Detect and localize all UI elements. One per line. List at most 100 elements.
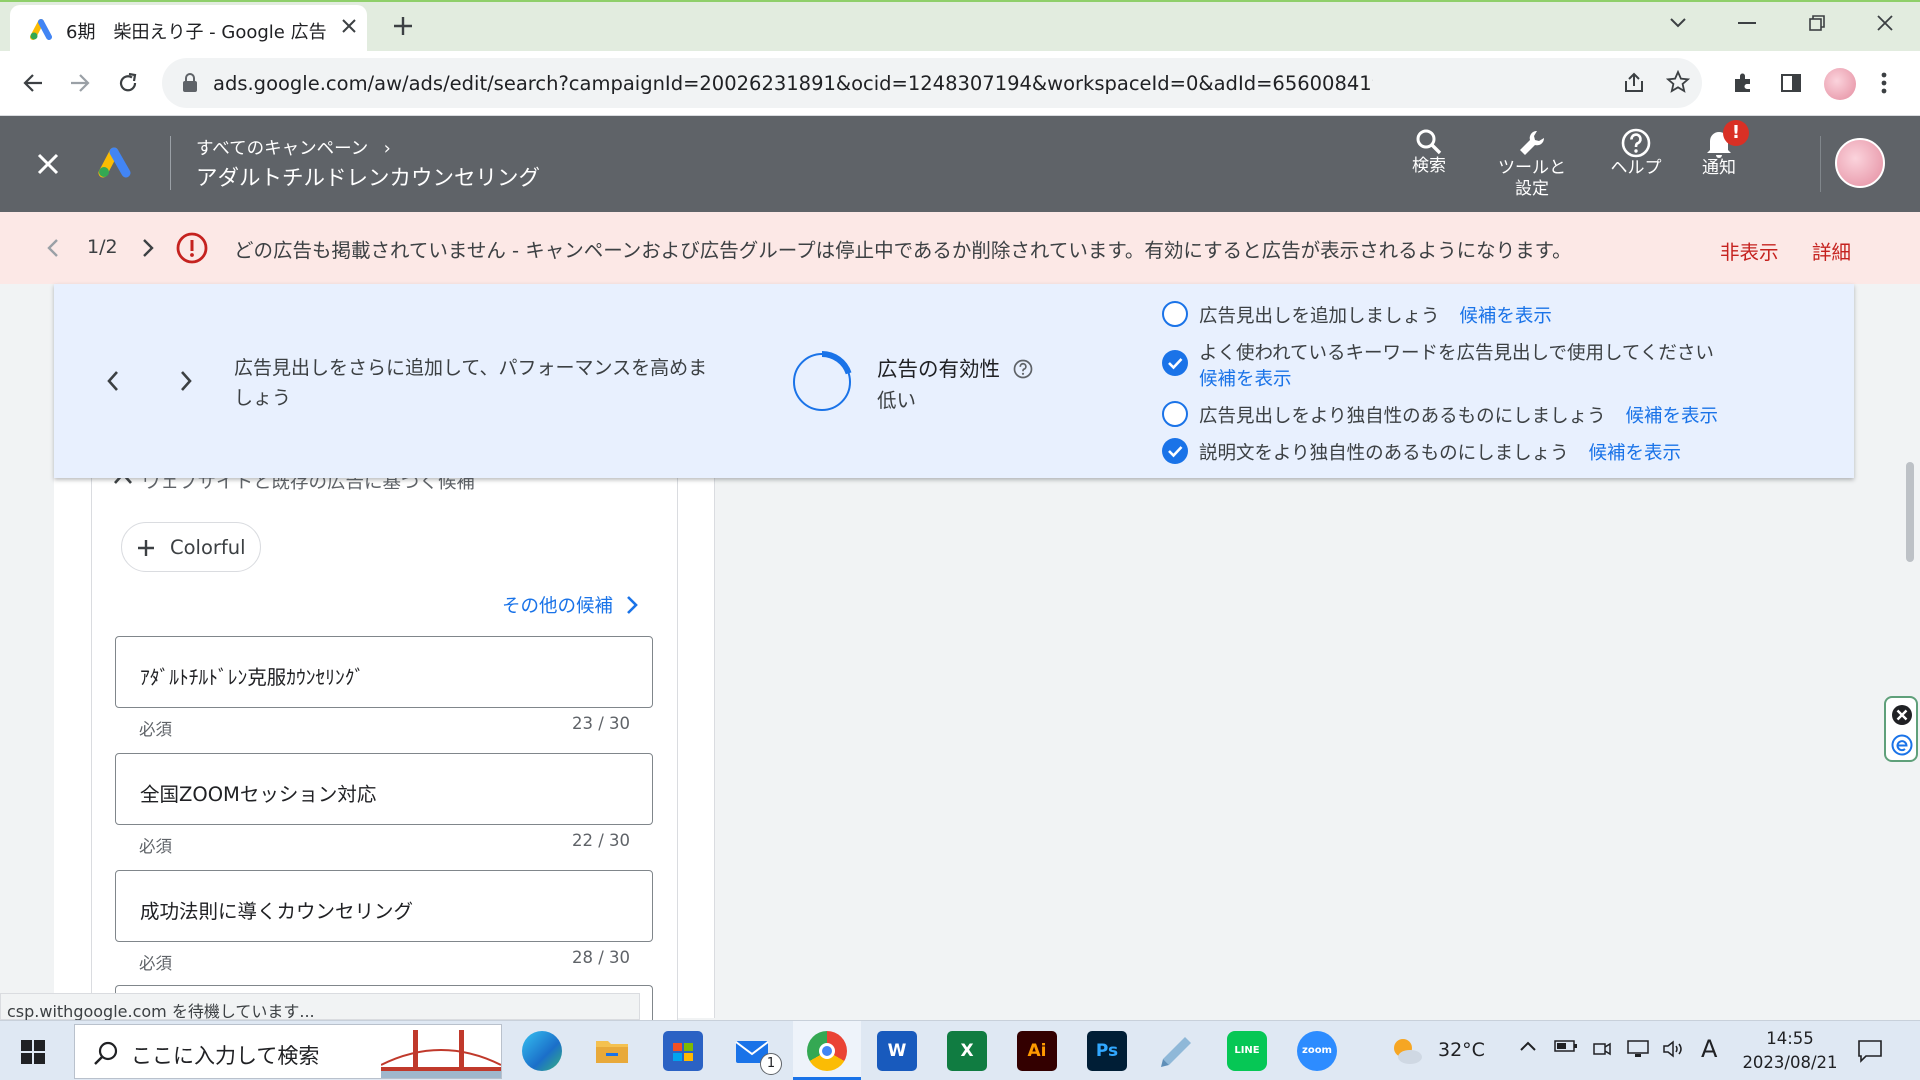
forward-icon[interactable] — [69, 72, 91, 94]
strength-prev-icon[interactable] — [105, 369, 121, 393]
zoom-app-icon[interactable]: zoom — [1297, 1031, 1337, 1071]
strength-next-icon[interactable] — [178, 369, 194, 393]
tab-title: 6期 柴田えり子 - Google 広告 — [66, 22, 327, 43]
suggestion-check-2 — [1162, 350, 1188, 376]
suggestion-link-2[interactable]: 候補を表示 — [1199, 365, 1292, 391]
help-icon — [1621, 128, 1651, 158]
floating-extension-widget[interactable] — [1884, 696, 1918, 762]
windows-taskbar: ここに入力して検索 1 W X Ai Ps LINE zoom 32°C A 1… — [0, 1020, 1920, 1080]
ad-preview-pane — [714, 476, 1854, 1018]
plus-icon — [138, 540, 154, 556]
headline-input-2[interactable]: 全国ZOOMセッション対応 — [115, 753, 653, 825]
tray-chevron-icon[interactable] — [1518, 1039, 1538, 1053]
word-icon[interactable]: W — [877, 1031, 917, 1071]
temperature-text[interactable]: 32°C — [1438, 1039, 1485, 1061]
search-label: 検索 — [1412, 156, 1446, 176]
edge-extension-icon[interactable] — [1891, 734, 1913, 756]
strength-label-text: 広告の有効性 — [877, 357, 1000, 381]
illustrator-icon[interactable]: Ai — [1017, 1031, 1057, 1071]
file-explorer-icon[interactable] — [592, 1031, 632, 1071]
alert-counter: 1/2 — [87, 236, 118, 258]
action-center-icon[interactable] — [1857, 1039, 1883, 1063]
suggestion-link-1[interactable]: 候補を表示 — [1459, 306, 1552, 327]
windows-start-icon[interactable] — [20, 1039, 46, 1065]
microsoft-store-icon[interactable] — [663, 1031, 703, 1071]
alert-hide-button[interactable]: 非表示 — [1720, 236, 1779, 265]
more-suggestions-label[interactable]: その他の候補 — [502, 596, 613, 617]
page-scrollbar-thumb[interactable] — [1906, 462, 1914, 562]
weather-icon[interactable] — [1390, 1035, 1424, 1067]
strength-label: 広告の有効性 — [877, 352, 1033, 382]
back-icon[interactable] — [22, 72, 44, 94]
lock-icon[interactable] — [182, 73, 198, 93]
meet-now-icon[interactable] — [1592, 1039, 1612, 1059]
help-button[interactable]: ヘルプ — [1604, 128, 1668, 179]
address-bar[interactable]: ads.google.com/aw/ads/edit/search?campai… — [162, 58, 1702, 108]
share-icon[interactable] — [1622, 71, 1646, 95]
tab-search-chevron-icon[interactable] — [1668, 16, 1688, 30]
headline-hint-2: 必須 — [139, 837, 172, 856]
more-suggestions-link[interactable]: その他の候補 — [502, 592, 639, 618]
excel-icon[interactable]: X — [947, 1031, 987, 1071]
chrome-icon[interactable] — [807, 1031, 847, 1071]
network-icon[interactable] — [1626, 1039, 1650, 1059]
battery-icon[interactable] — [1554, 1039, 1578, 1053]
breadcrumb-label[interactable]: すべてのキャンペーン — [196, 139, 368, 159]
url-text[interactable]: ads.google.com/aw/ads/edit/search?campai… — [213, 72, 1373, 95]
notepad-app-icon[interactable] — [1157, 1031, 1197, 1071]
suggestion-check-1 — [1162, 301, 1188, 327]
headline-value-3[interactable]: 成功法則に導くカウンセリング — [140, 895, 413, 924]
chevron-right-icon — [626, 596, 638, 614]
ads-header: すべてのキャンペーン › アダルトチルドレンカウンセリング 検索 ツールと 設定… — [0, 116, 1920, 212]
wrench-icon — [1520, 130, 1545, 155]
alert-details-button[interactable]: 詳細 — [1812, 236, 1851, 265]
window-close-icon[interactable] — [1875, 13, 1895, 33]
reload-icon[interactable] — [116, 71, 140, 95]
close-icon[interactable] — [1891, 704, 1913, 726]
close-icon[interactable] — [36, 152, 60, 176]
restore-icon[interactable] — [1808, 14, 1826, 32]
tools-button[interactable]: ツールと 設定 — [1488, 128, 1576, 200]
headline-input-3[interactable]: 成功法則に導くカウンセリング — [115, 870, 653, 942]
tools-label-line2: 設定 — [1515, 179, 1549, 199]
side-panel-icon[interactable] — [1780, 72, 1802, 94]
account-avatar[interactable] — [1835, 138, 1885, 188]
clock[interactable]: 14:55 2023/08/21 — [1740, 1027, 1840, 1075]
minimize-icon[interactable] — [1738, 22, 1756, 24]
headline-value-1[interactable]: ｱﾀﾞﾙﾄﾁﾙﾄﾞﾚﾝ克服ｶｳﾝｾﾘﾝｸﾞ — [140, 661, 364, 690]
suggestion-chip[interactable]: Colorful — [121, 522, 261, 572]
suggestion-text-4: 説明文をより独自性のあるものにしましょう 候補を表示 — [1199, 439, 1681, 465]
strength-value: 低い — [877, 389, 917, 412]
extensions-icon[interactable] — [1731, 71, 1755, 95]
strength-tip-line1: 広告見出しをさらに追加して、パフォーマンスを高めま — [234, 357, 708, 379]
new-tab-icon[interactable] — [392, 15, 414, 37]
profile-avatar[interactable] — [1824, 68, 1856, 100]
tools-label-line1: ツールと — [1498, 158, 1566, 178]
alert-next-icon[interactable] — [141, 237, 155, 259]
taskbar-search-box[interactable]: ここに入力して検索 — [74, 1024, 502, 1079]
suggestion-label-2: よく使われているキーワードを広告見出しで使用してください — [1199, 343, 1714, 364]
suggestion-link-3[interactable]: 候補を表示 — [1626, 406, 1719, 427]
google-ads-logo-icon — [98, 146, 132, 178]
headline-value-2[interactable]: 全国ZOOMセッション対応 — [140, 778, 376, 807]
headline-input-1[interactable]: ｱﾀﾞﾙﾄﾁﾙﾄﾞﾚﾝ克服ｶｳﾝｾﾘﾝｸﾞ — [115, 636, 653, 708]
breadcrumb[interactable]: すべてのキャンペーン › — [196, 135, 391, 160]
headline-count-2: 22 / 30 — [572, 831, 631, 850]
alert-prev-icon[interactable] — [46, 237, 60, 259]
line-app-icon[interactable]: LINE — [1227, 1031, 1267, 1071]
suggestion-text-3: 広告見出しをより独自性のあるものにしましょう 候補を表示 — [1199, 402, 1718, 428]
volume-icon[interactable] — [1662, 1039, 1686, 1059]
strength-gauge-arc — [821, 351, 852, 375]
chip-label: Colorful — [170, 536, 246, 559]
help-circle-icon[interactable] — [1013, 359, 1033, 379]
edge-browser-icon[interactable] — [522, 1031, 562, 1071]
ime-indicator[interactable]: A — [1701, 1035, 1717, 1063]
strength-gauge — [790, 350, 854, 414]
photoshop-icon[interactable]: Ps — [1087, 1031, 1127, 1071]
suggestion-link-4[interactable]: 候補を表示 — [1589, 443, 1682, 464]
browser-tab[interactable]: 6期 柴田えり子 - Google 広告 — [10, 5, 367, 53]
bookmark-star-icon[interactable] — [1666, 70, 1690, 94]
tab-close-icon[interactable] — [340, 17, 358, 35]
chrome-menu-icon[interactable] — [1880, 71, 1888, 95]
search-button[interactable]: 検索 — [1408, 128, 1450, 177]
